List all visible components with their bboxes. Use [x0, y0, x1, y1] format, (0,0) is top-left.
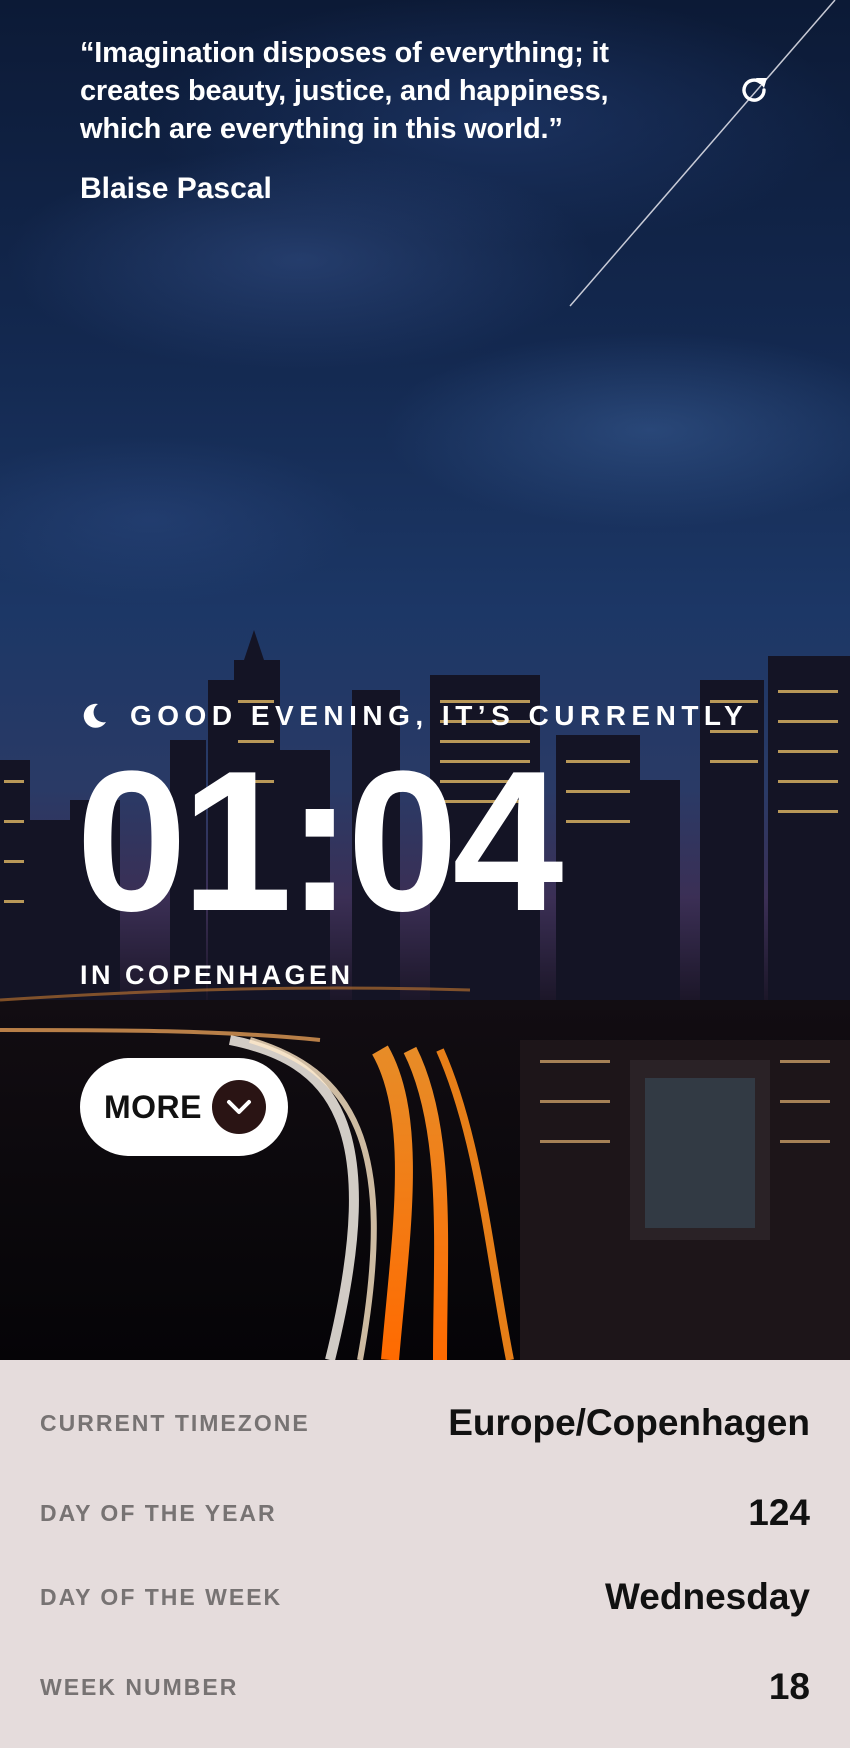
- current-time: 01:04: [76, 730, 564, 953]
- timezone-label: CURRENT TIMEZONE: [40, 1409, 310, 1436]
- day-of-week-value: Wednesday: [605, 1576, 810, 1617]
- day-of-week-row: DAY OF THE WEEK Wednesday: [40, 1576, 810, 1618]
- moon-icon: [83, 703, 106, 728]
- quote-author: Blaise Pascal: [80, 172, 272, 205]
- day-of-year-label: DAY OF THE YEAR: [40, 1499, 277, 1526]
- week-number-value: 18: [768, 1666, 810, 1707]
- quote-text: “Imagination disposes of everything; it …: [80, 37, 609, 145]
- greeting-text: GOOD EVENING, IT’S CURRENTLY: [130, 700, 749, 731]
- refresh-icon[interactable]: [736, 72, 772, 108]
- location-text: IN COPENHAGEN: [80, 960, 354, 990]
- more-button[interactable]: MORE: [80, 1058, 288, 1156]
- more-button-label: MORE: [104, 1088, 202, 1125]
- week-number-row: WEEK NUMBER 18: [40, 1666, 810, 1708]
- week-number-label: WEEK NUMBER: [40, 1673, 239, 1700]
- details-panel: CURRENT TIMEZONE Europe/Copenhagen DAY O…: [0, 1360, 850, 1748]
- day-of-week-label: DAY OF THE WEEK: [40, 1583, 283, 1610]
- day-of-year-value: 124: [748, 1492, 810, 1533]
- timezone-value: Europe/Copenhagen: [448, 1402, 810, 1443]
- greeting: GOOD EVENING, IT’S CURRENTLY: [80, 700, 748, 732]
- quote-block: “Imagination disposes of everything; it …: [80, 34, 660, 206]
- timezone-row: CURRENT TIMEZONE Europe/Copenhagen: [40, 1402, 810, 1444]
- clock-app: “Imagination disposes of everything; it …: [0, 0, 850, 1748]
- chevron-down-icon[interactable]: [212, 1080, 266, 1134]
- day-of-year-row: DAY OF THE YEAR 124: [40, 1492, 810, 1534]
